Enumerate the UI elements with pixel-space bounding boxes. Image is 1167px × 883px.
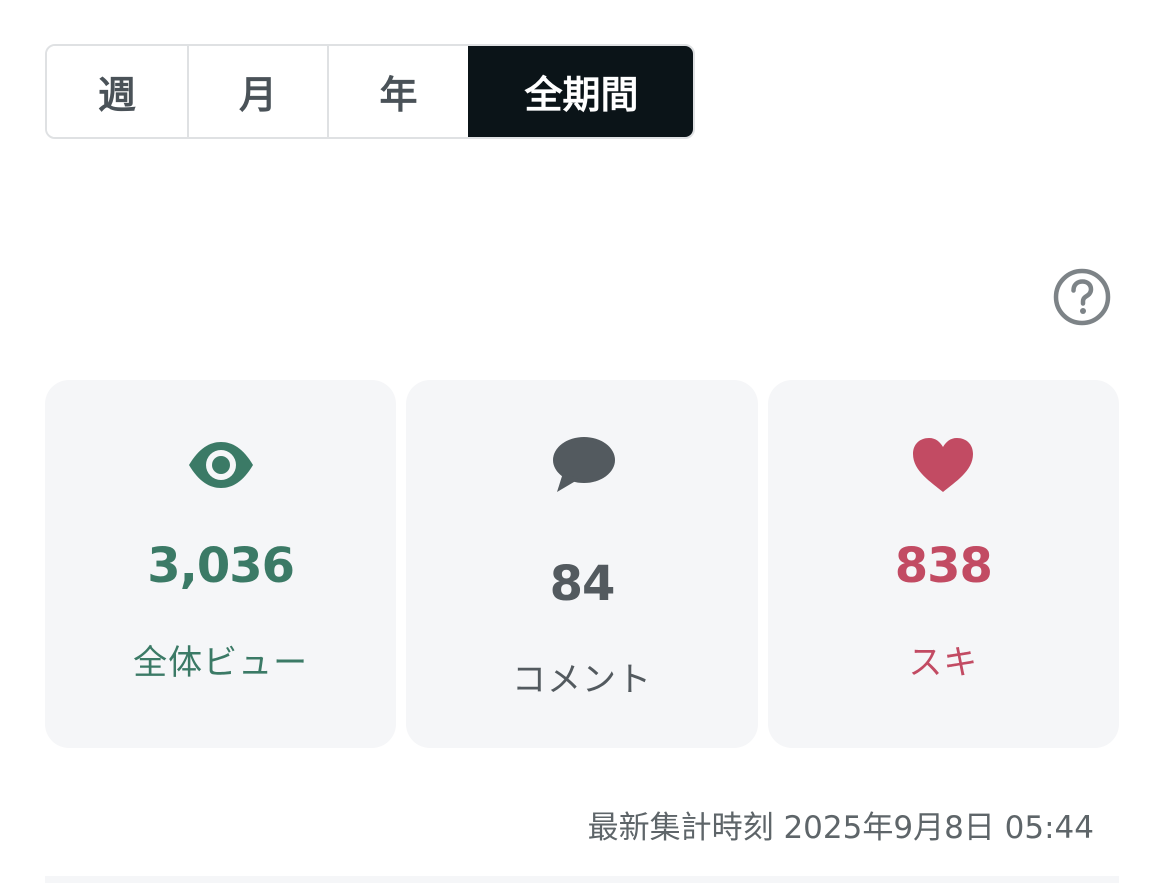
likes-card: 838 スキ (767, 380, 1119, 748)
comments-card: 84 コメント (406, 380, 758, 748)
comments-count: 84 (549, 556, 616, 612)
question-circle-icon (1053, 268, 1111, 326)
speech-bubble-icon (552, 437, 615, 492)
views-count: 3,036 (147, 538, 295, 594)
tab-month[interactable]: 月 (189, 46, 329, 137)
tab-year[interactable]: 年 (329, 46, 468, 137)
likes-count: 838 (894, 538, 993, 594)
views-label: 全体ビュー (133, 643, 309, 683)
eye-icon (188, 442, 253, 488)
last-updated-timestamp: 最新集計時刻 2025年9月8日 05:44 (587, 810, 1094, 846)
period-tabs: 週 月 年 全期間 (45, 44, 695, 139)
help-button[interactable] (1052, 267, 1112, 327)
comments-label: コメント (511, 660, 652, 700)
heart-icon (913, 438, 974, 492)
likes-label: スキ (908, 643, 979, 683)
views-card: 3,036 全体ビュー (45, 380, 397, 748)
bottom-divider (45, 876, 1119, 883)
stats-row: 3,036 全体ビュー 84 コメント 838 スキ (45, 380, 1119, 748)
tab-week[interactable]: 週 (47, 46, 189, 137)
tab-all-time[interactable]: 全期間 (468, 46, 693, 137)
